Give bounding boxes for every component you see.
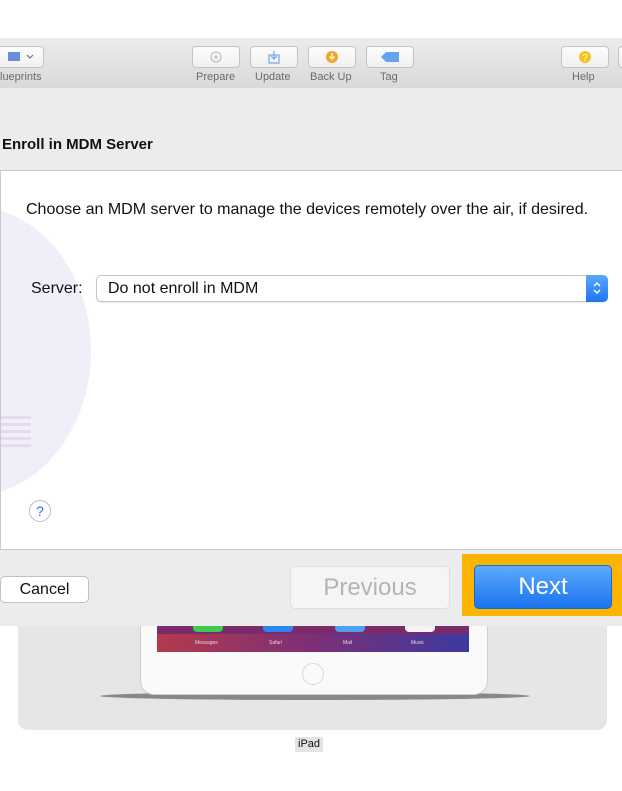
toolbar-overflow-button[interactable] [618,46,622,68]
cancel-button[interactable]: Cancel [0,576,89,603]
sheet-description: Choose an MDM server to manage the devic… [26,201,589,218]
sheet-content: Choose an MDM server to manage the devic… [0,170,622,550]
prepare-button[interactable] [192,46,240,68]
server-select-value: Do not enroll in MDM [108,280,259,297]
backup-icon [326,51,338,63]
help-label: Help [572,71,595,83]
update-label: Update [255,71,291,83]
dock-app-name: Music [411,640,425,646]
ipad-home-button [302,663,324,685]
tag-button[interactable] [366,46,414,68]
svg-text:?: ? [582,53,588,64]
help-button[interactable]: ? [561,46,609,68]
server-select[interactable]: Do not enroll in MDM [96,275,608,302]
tag-icon [381,52,399,62]
update-button[interactable] [250,46,298,68]
toolbar: lueprints Prepare Update Back Up Tag ? H… [0,38,622,89]
device-name-label: iPad [295,737,324,752]
dock-app-name: Mail [343,640,353,646]
help-icon: ? [579,51,591,64]
dock-app-name: Messages [195,640,218,646]
next-button[interactable]: Next [474,565,612,609]
previous-button[interactable]: Previous [290,566,450,609]
sheet-title: Enroll in MDM Server [2,136,153,153]
update-icon [268,51,280,64]
blueprints-label: lueprints [0,71,42,83]
backup-button[interactable] [308,46,356,68]
server-label: Server: [31,280,83,297]
backup-label: Back Up [310,71,352,83]
select-stepper-icon [586,275,608,302]
mdm-enroll-sheet: Enroll in MDM Server Choose an MDM serve… [0,88,622,626]
prepare-label: Prepare [196,71,236,83]
help-circle-button[interactable]: ? [29,500,51,522]
gear-icon [210,51,222,63]
dock-app-name: Safari [269,640,283,646]
blueprints-icon [8,52,34,61]
tag-label: Tag [380,71,398,83]
configurator-watermark-icon [1,206,91,496]
blueprints-button[interactable] [0,46,44,68]
watermark-lines [1,416,31,451]
